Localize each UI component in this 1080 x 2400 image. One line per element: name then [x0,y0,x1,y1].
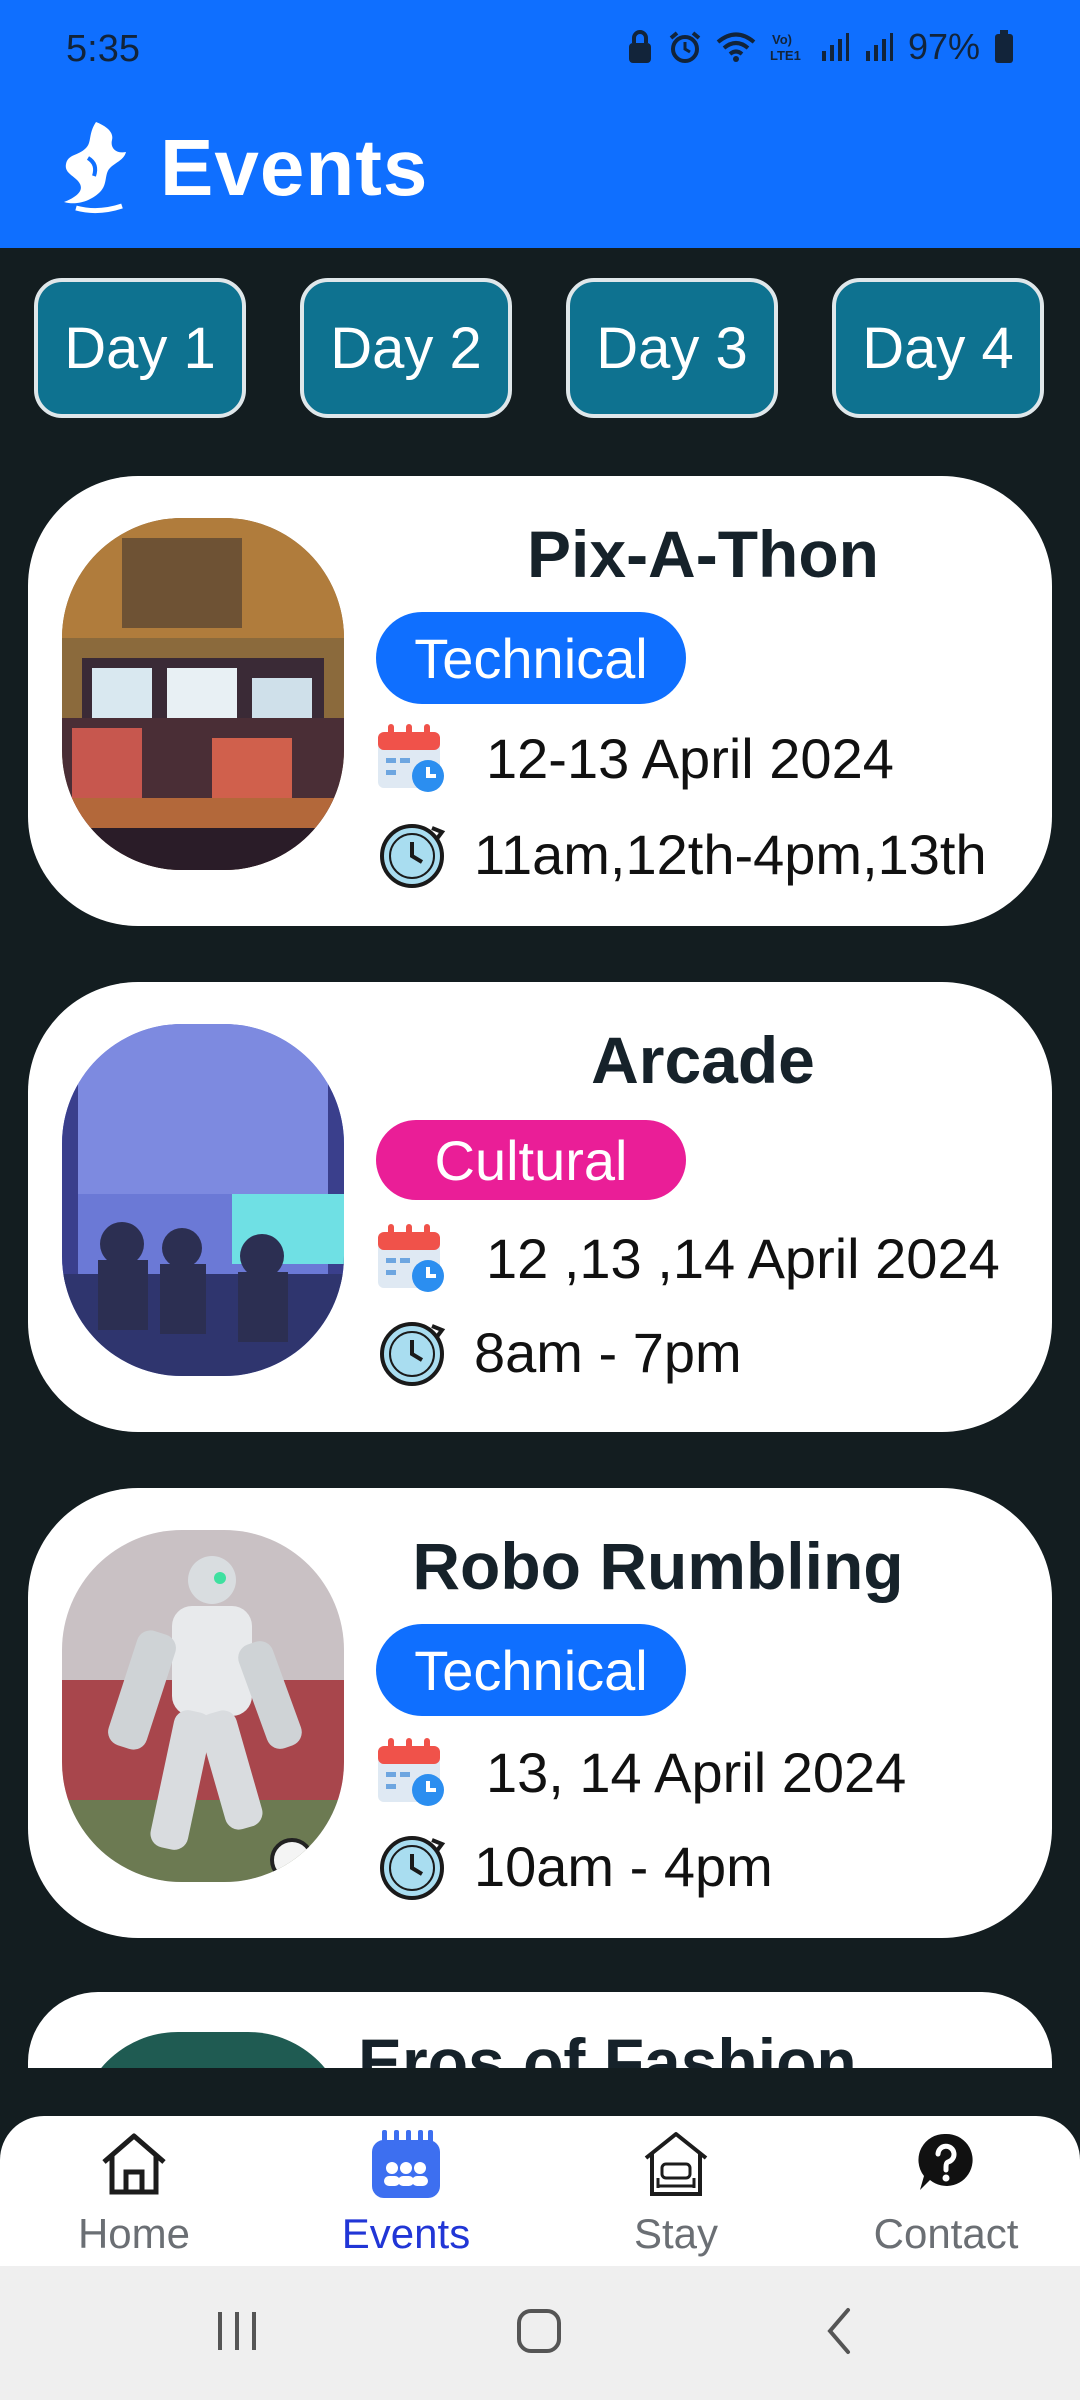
event-image [62,518,344,870]
tab-day-3[interactable]: Day 3 [566,278,778,418]
app-header: 5:35 Vo) LTE1 97% Events [0,0,1080,248]
help-icon [918,2133,973,2190]
timer-icon [380,1836,446,1900]
home-icon [102,2133,166,2195]
back-button[interactable] [816,2306,866,2356]
event-date-row: 12-13 April 2024 [376,718,894,798]
nav-stay[interactable]: Stay [566,2116,786,2266]
timer-icon [380,824,446,888]
nav-contact[interactable]: Contact [836,2116,1056,2266]
tab-day-2[interactable]: Day 2 [300,278,512,418]
event-date: 12-13 April 2024 [486,726,894,790]
event-card-arcade[interactable]: Arcade Cultural 12 ,13 ,14 April 2024 8a… [28,982,1052,1432]
events-icon [372,2130,440,2198]
status-bar: 5:35 Vo) LTE1 97% [0,0,1080,100]
event-card-partial-clip: Eros of Fashion [0,1990,1080,2068]
status-time: 5:35 [66,28,140,70]
signal-icon [865,33,893,61]
event-time-row: 11am,12th-4pm,13th [376,814,987,894]
event-title: Eros of Fashion [358,2025,857,2068]
recents-button[interactable] [212,2306,262,2356]
nav-events[interactable]: Events [296,2116,516,2266]
nav-home-label: Home [77,2210,191,2257]
event-date-row: 13, 14 April 2024 [376,1732,906,1812]
event-date: 13, 14 April 2024 [486,1740,907,1804]
calendar-clock-icon [378,1224,444,1292]
timer-icon [380,1322,446,1386]
category-badge: Technical [376,612,686,704]
event-date: 12 ,13 ,14 April 2024 [486,1226,1000,1290]
calendar-clock-icon [378,1738,444,1806]
svg-text:LTE1: LTE1 [770,48,801,63]
battery-percent: 97% [907,26,980,67]
event-card-eros-of-fashion[interactable]: Eros of Fashion [28,1992,1052,2068]
event-title: Arcade [591,1023,815,1097]
event-time: 8am - 7pm [474,1320,742,1384]
tab-day-4[interactable]: Day 4 [832,278,1044,418]
app-logo [64,122,126,214]
event-time: 11am,12th-4pm,13th [474,822,987,886]
event-title: Pix-A-Thon [527,517,879,591]
nav-events-label: Events [341,2210,471,2257]
event-date-row: 12 ,13 ,14 April 2024 [376,1218,1000,1298]
stay-icon [644,2132,708,2196]
event-time-row: 10am - 4pm [376,1826,773,1906]
event-card-pix-a-thon[interactable]: Pix-A-Thon Technical 12-13 April 2024 11… [28,476,1052,926]
battery-icon [995,30,1013,63]
event-time-row: 8am - 7pm [376,1312,742,1392]
tab-day-1[interactable]: Day 1 [34,278,246,418]
bottom-navigation: Home Events Stay Contact [0,2116,1080,2266]
lock-icon [628,30,651,63]
event-image [62,1530,344,1882]
day-tabs: Day 1 Day 2 Day 3 Day 4 [0,278,1080,418]
category-badge: Technical [376,1624,686,1716]
event-card-robo-rumbling[interactable]: Robo Rumbling Technical 13, 14 April 202… [28,1488,1052,1938]
event-title: Robo Rumbling [412,1529,904,1603]
nav-contact-label: Contact [873,2210,1019,2257]
event-image [78,2032,348,2068]
volte-icon: Vo)LTE1 [770,32,801,63]
svg-text:Vo): Vo) [772,32,792,47]
event-image [62,1024,344,1376]
category-badge: Cultural [376,1120,686,1200]
nav-home[interactable]: Home [24,2116,244,2266]
signal-icon [821,33,849,61]
system-navigation-bar [0,2266,1080,2400]
event-time: 10am - 4pm [474,1834,773,1898]
calendar-clock-icon [378,724,444,792]
nav-stay-label: Stay [633,2210,719,2257]
page-title: Events [160,123,429,212]
home-button[interactable] [514,2306,564,2356]
alarm-icon [669,31,701,63]
status-icons: Vo) LTE1 97% [626,26,1014,68]
wifi-icon [716,32,756,62]
